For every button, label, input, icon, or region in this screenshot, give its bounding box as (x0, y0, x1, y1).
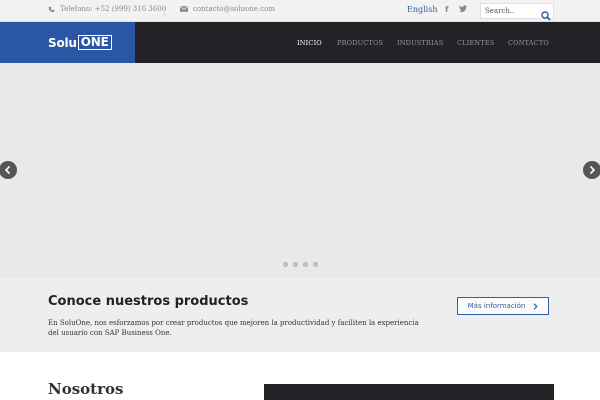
products-title: Conoce nuestros productos (48, 294, 249, 309)
search-input[interactable] (481, 4, 541, 18)
email-info[interactable]: contacto@soluone.com (180, 5, 275, 13)
logo-text-solu: Solu (48, 35, 77, 50)
nav-item-productos[interactable]: PRODUCTOS (337, 22, 383, 63)
twitter-icon[interactable] (459, 5, 467, 14)
search-box (480, 3, 554, 21)
about-title: Nosotros (48, 380, 124, 398)
chevron-right-icon (533, 302, 539, 310)
chevron-left-icon (4, 165, 11, 175)
phone-icon (48, 6, 55, 12)
more-info-button[interactable]: Más información (457, 297, 549, 315)
about-image (264, 384, 554, 400)
slider-prev-button[interactable] (0, 161, 17, 179)
hero-slider (0, 63, 600, 278)
facebook-icon[interactable]: f (445, 5, 448, 14)
logo-block[interactable]: Solu ONE (0, 22, 135, 63)
main-navbar: Solu ONE INICIO PRODUCTOS INDUSTRIAS CLI… (0, 22, 600, 63)
envelope-icon (180, 6, 188, 12)
language-link[interactable]: English (407, 5, 438, 14)
nav-item-industrias[interactable]: INDUSTRIAS (397, 22, 443, 63)
nav-item-contacto[interactable]: CONTACTO (508, 22, 549, 63)
slider-dot-4[interactable] (313, 262, 318, 267)
phone-text: Telefono: +52 (999) 316 3600 (60, 5, 167, 13)
slider-dot-2[interactable] (293, 262, 298, 267)
soluone-logo[interactable]: Solu ONE (48, 35, 112, 50)
more-info-label: Más información (467, 302, 526, 310)
slider-dot-3[interactable] (303, 262, 308, 267)
search-icon[interactable] (541, 6, 551, 21)
slider-dot-1[interactable] (283, 262, 288, 267)
email-text[interactable]: contacto@soluone.com (193, 5, 275, 13)
products-description: En SoluOne, nos esforzamos por crear pro… (48, 319, 419, 337)
slider-pagination (283, 262, 318, 267)
slider-next-button[interactable] (583, 161, 600, 179)
nav-item-inicio[interactable]: INICIO (297, 22, 322, 63)
topbar-divider (164, 5, 165, 17)
products-section: Conoce nuestros productos En SoluOne, no… (0, 278, 600, 352)
nav-item-clientes[interactable]: CLIENTES (457, 22, 494, 63)
top-bar: Telefono: +52 (999) 316 3600 contacto@so… (0, 0, 600, 22)
logo-text-one: ONE (77, 35, 112, 50)
chevron-right-icon (589, 165, 596, 175)
phone-info: Telefono: +52 (999) 316 3600 (48, 5, 166, 13)
